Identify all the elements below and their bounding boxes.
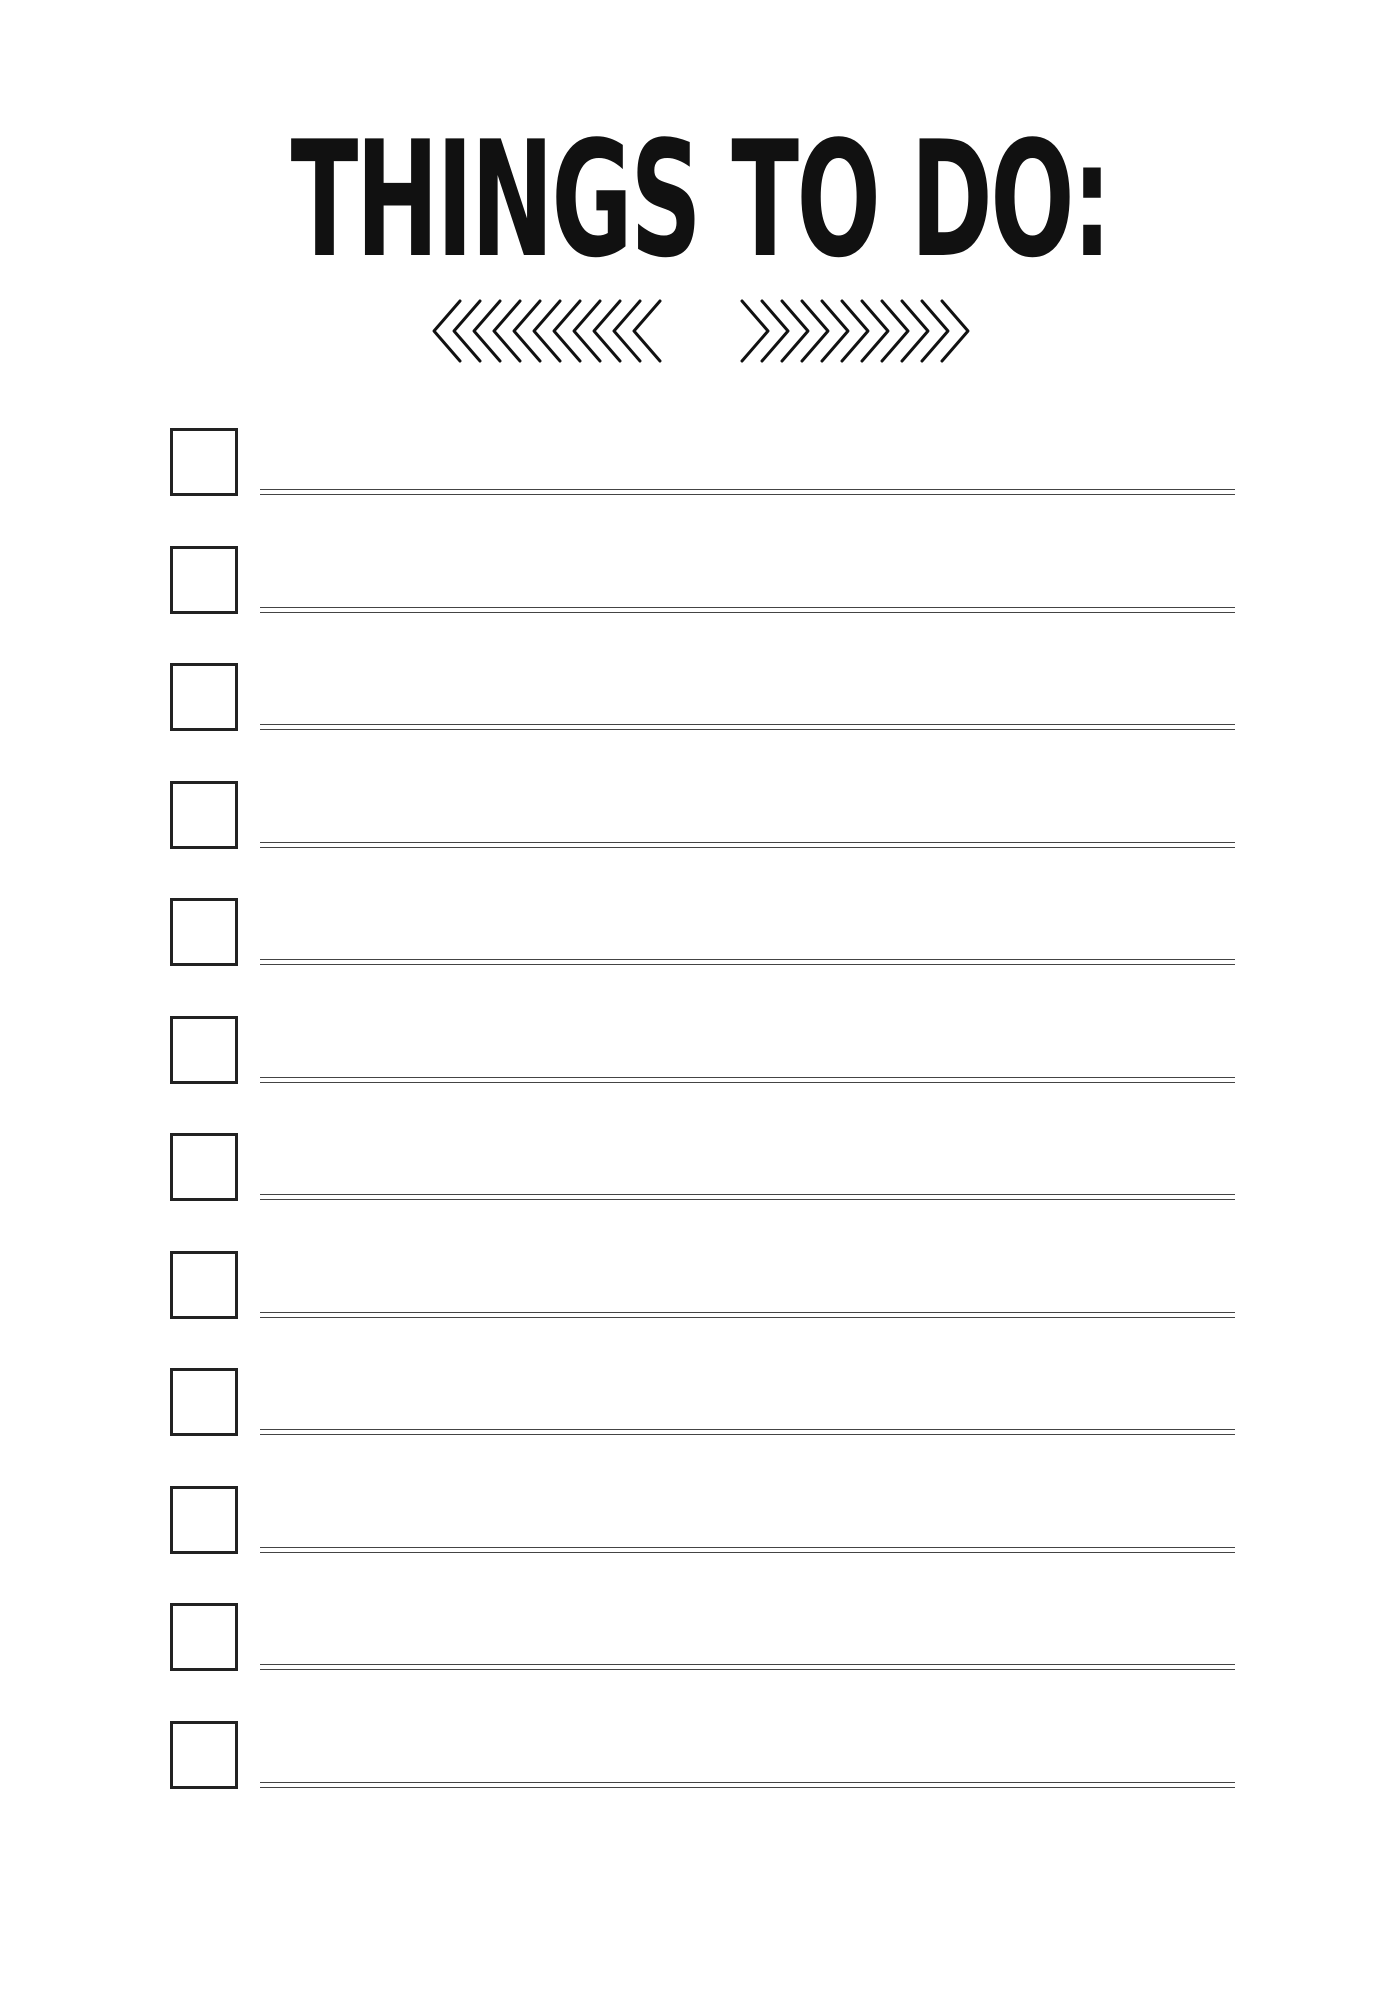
todo-item <box>170 1133 1240 1203</box>
todo-checkbox[interactable] <box>170 428 238 496</box>
todo-item <box>170 898 1240 968</box>
todo-item <box>170 1016 1240 1086</box>
todo-write-line[interactable] <box>260 724 1235 730</box>
todo-checkbox[interactable] <box>170 663 238 731</box>
todo-checkbox[interactable] <box>170 1486 238 1554</box>
todo-checkbox[interactable] <box>170 1603 238 1671</box>
todo-page: THINGS TO DO: <box>0 0 1400 2013</box>
todo-item <box>170 1251 1240 1321</box>
todo-item <box>170 1486 1240 1556</box>
todo-item <box>170 546 1240 616</box>
todo-checkbox[interactable] <box>170 781 238 849</box>
todo-item <box>170 1368 1240 1438</box>
todo-item <box>170 663 1240 733</box>
todo-checkbox[interactable] <box>170 1133 238 1201</box>
todo-item <box>170 1721 1240 1791</box>
todo-write-line[interactable] <box>260 1664 1235 1670</box>
todo-write-line[interactable] <box>260 1312 1235 1318</box>
todo-checkbox[interactable] <box>170 1251 238 1319</box>
todo-checkbox[interactable] <box>170 1721 238 1789</box>
todo-write-line[interactable] <box>260 1429 1235 1435</box>
todo-write-line[interactable] <box>260 607 1235 613</box>
todo-write-line[interactable] <box>260 1194 1235 1200</box>
todo-checkbox[interactable] <box>170 546 238 614</box>
todo-checkbox[interactable] <box>170 1368 238 1436</box>
todo-item <box>170 428 1240 498</box>
todo-item <box>170 1603 1240 1673</box>
todo-write-line[interactable] <box>260 1077 1235 1083</box>
todo-write-line[interactable] <box>260 489 1235 495</box>
todo-checkbox[interactable] <box>170 1016 238 1084</box>
todo-write-line[interactable] <box>260 1782 1235 1788</box>
todo-write-line[interactable] <box>260 1547 1235 1553</box>
todo-write-line[interactable] <box>260 959 1235 965</box>
todo-checkbox[interactable] <box>170 898 238 966</box>
todo-list <box>0 0 1400 2013</box>
todo-write-line[interactable] <box>260 842 1235 848</box>
todo-item <box>170 781 1240 851</box>
